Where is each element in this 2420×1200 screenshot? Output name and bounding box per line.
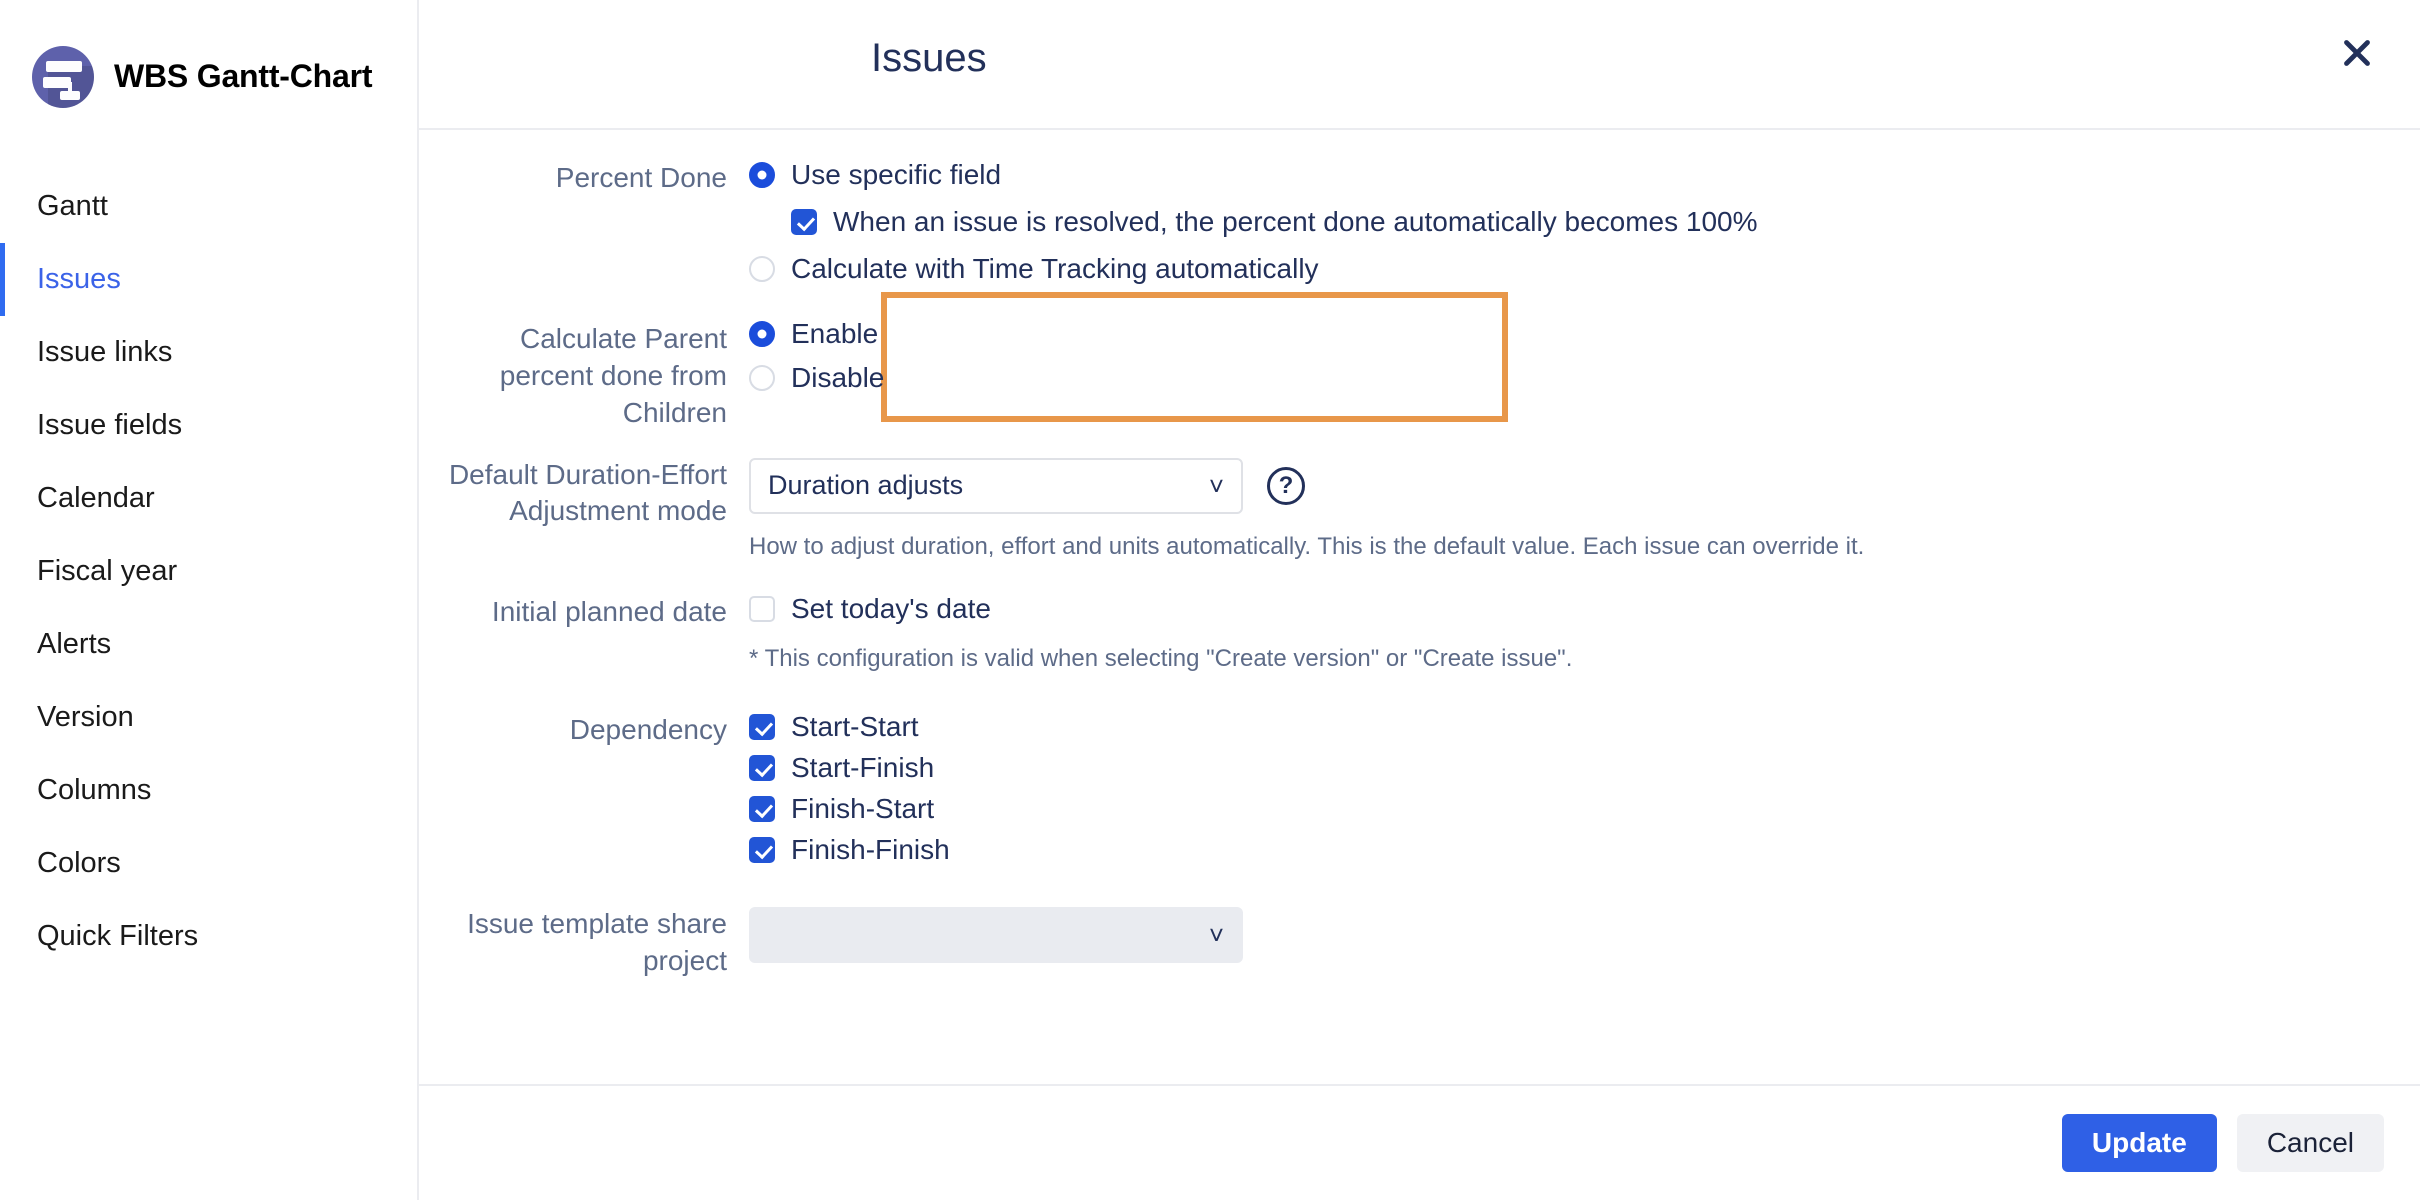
checkbox-label: Start-Finish — [791, 754, 934, 782]
checkbox-resolved-becomes-100[interactable]: When an issue is resolved, the percent d… — [791, 208, 2420, 236]
sidebar-item-columns[interactable]: Columns — [0, 754, 417, 827]
checkbox-start-finish[interactable]: Start-Finish — [749, 754, 2420, 782]
close-icon[interactable] — [2324, 20, 2390, 86]
app-root: WBS Gantt-Chart Gantt Issues Issue links… — [0, 0, 2420, 1200]
field-label-calculate-parent: Calculate Parent percent done from Child… — [419, 319, 749, 432]
sidebar-item-label: Gantt — [37, 190, 108, 223]
checkbox-indicator — [749, 755, 775, 781]
field-duration-effort-mode: Default Duration-Effort Adjustment mode … — [419, 457, 2420, 562]
checkbox-indicator — [791, 209, 817, 235]
sidebar-item-fiscal-year[interactable]: Fiscal year — [0, 535, 417, 608]
sidebar: WBS Gantt-Chart Gantt Issues Issue links… — [0, 0, 419, 1200]
panel-footer: Update Cancel — [419, 1084, 2420, 1200]
initial-planned-date-note: * This configuration is valid when selec… — [749, 643, 2420, 674]
main-panel: Issues Percent Done Use specific field — [419, 0, 2420, 1200]
settings-form: Percent Done Use specific field When an … — [419, 132, 2420, 1084]
radio-indicator — [749, 321, 775, 347]
help-glyph: ? — [1279, 474, 1294, 498]
field-calculate-parent-percent-done: Calculate Parent percent done from Child… — [419, 309, 2420, 432]
field-label-issue-template: Issue template share project — [419, 906, 749, 979]
checkbox-label: Finish-Finish — [791, 836, 950, 864]
duration-effort-select[interactable]: Duration adjusts ˅ — [749, 458, 1243, 514]
radio-indicator — [749, 162, 775, 188]
sidebar-item-quick-filters[interactable]: Quick Filters — [0, 900, 417, 973]
field-percent-done: Percent Done Use specific field When an … — [419, 132, 2420, 283]
field-label-duration-effort: Default Duration-Effort Adjustment mode — [419, 457, 749, 530]
gantt-chart-logo-icon — [32, 46, 94, 108]
sidebar-item-alerts[interactable]: Alerts — [0, 608, 417, 681]
radio-use-specific-field[interactable]: Use specific field — [749, 161, 2420, 189]
checkbox-finish-start[interactable]: Finish-Start — [749, 795, 2420, 823]
sidebar-item-label: Columns — [37, 774, 151, 807]
radio-indicator — [749, 256, 775, 282]
sidebar-item-label: Issues — [37, 263, 121, 296]
sidebar-item-issues[interactable]: Issues — [0, 243, 417, 316]
sidebar-item-issue-links[interactable]: Issue links — [0, 316, 417, 389]
checkbox-label: Set today's date — [791, 595, 991, 623]
radio-label: Enable — [791, 320, 878, 348]
field-label-percent-done: Percent Done — [419, 160, 749, 197]
sidebar-item-label: Alerts — [37, 628, 111, 661]
checkbox-start-start[interactable]: Start-Start — [749, 713, 2420, 741]
update-button[interactable]: Update — [2062, 1114, 2217, 1172]
checkbox-indicator — [749, 596, 775, 622]
question-mark-icon[interactable]: ? — [1267, 467, 1305, 505]
checkbox-label: Start-Start — [791, 713, 919, 741]
field-issue-template-share-project: Issue template share project ˅ — [419, 906, 2420, 979]
checkbox-label: When an issue is resolved, the percent d… — [833, 208, 1758, 236]
page-title: Issues — [871, 36, 987, 81]
sidebar-item-label: Colors — [37, 847, 121, 880]
field-dependency: Dependency Start-Start Start-Finish Fini… — [419, 712, 2420, 864]
checkbox-label: Finish-Start — [791, 795, 934, 823]
radio-label: Disable — [791, 364, 884, 392]
sidebar-item-label: Fiscal year — [37, 555, 177, 588]
radio-calculate-with-time-tracking[interactable]: Calculate with Time Tracking automatical… — [749, 255, 2420, 283]
duration-effort-selected-value: Duration adjusts — [768, 470, 963, 501]
sidebar-item-label: Quick Filters — [37, 920, 198, 953]
checkbox-set-todays-date[interactable]: Set today's date — [749, 595, 2420, 623]
sidebar-item-colors[interactable]: Colors — [0, 827, 417, 900]
panel-header: Issues — [419, 0, 2420, 130]
checkbox-indicator — [749, 837, 775, 863]
checkbox-indicator — [749, 714, 775, 740]
sidebar-item-calendar[interactable]: Calendar — [0, 462, 417, 535]
checkbox-indicator — [749, 796, 775, 822]
sidebar-item-label: Calendar — [37, 482, 155, 515]
radio-enable[interactable]: Enable — [749, 320, 2420, 348]
sidebar-item-issue-fields[interactable]: Issue fields — [0, 389, 417, 462]
radio-disable[interactable]: Disable — [749, 364, 2420, 392]
brand-name: WBS Gantt-Chart — [114, 57, 372, 96]
field-initial-planned-date: Initial planned date Set today's date * … — [419, 594, 2420, 674]
sidebar-item-label: Issue fields — [37, 409, 182, 442]
checkbox-finish-finish[interactable]: Finish-Finish — [749, 836, 2420, 864]
issue-template-select[interactable]: ˅ — [749, 907, 1243, 963]
sidebar-item-gantt[interactable]: Gantt — [0, 170, 417, 243]
chevron-down-icon: ˅ — [1209, 922, 1224, 948]
field-label-initial-planned-date: Initial planned date — [419, 594, 749, 631]
radio-label: Use specific field — [791, 161, 1001, 189]
duration-effort-hint: How to adjust duration, effort and units… — [749, 531, 2420, 562]
sidebar-nav: Gantt Issues Issue links Issue fields Ca… — [0, 170, 417, 973]
sidebar-item-label: Version — [37, 701, 134, 734]
brand: WBS Gantt-Chart — [0, 46, 417, 108]
field-label-dependency: Dependency — [419, 712, 749, 749]
radio-indicator — [749, 365, 775, 391]
radio-label: Calculate with Time Tracking automatical… — [791, 255, 1319, 283]
chevron-down-icon: ˅ — [1209, 473, 1224, 499]
sidebar-item-label: Issue links — [37, 336, 172, 369]
sidebar-item-version[interactable]: Version — [0, 681, 417, 754]
cancel-button[interactable]: Cancel — [2237, 1114, 2384, 1172]
